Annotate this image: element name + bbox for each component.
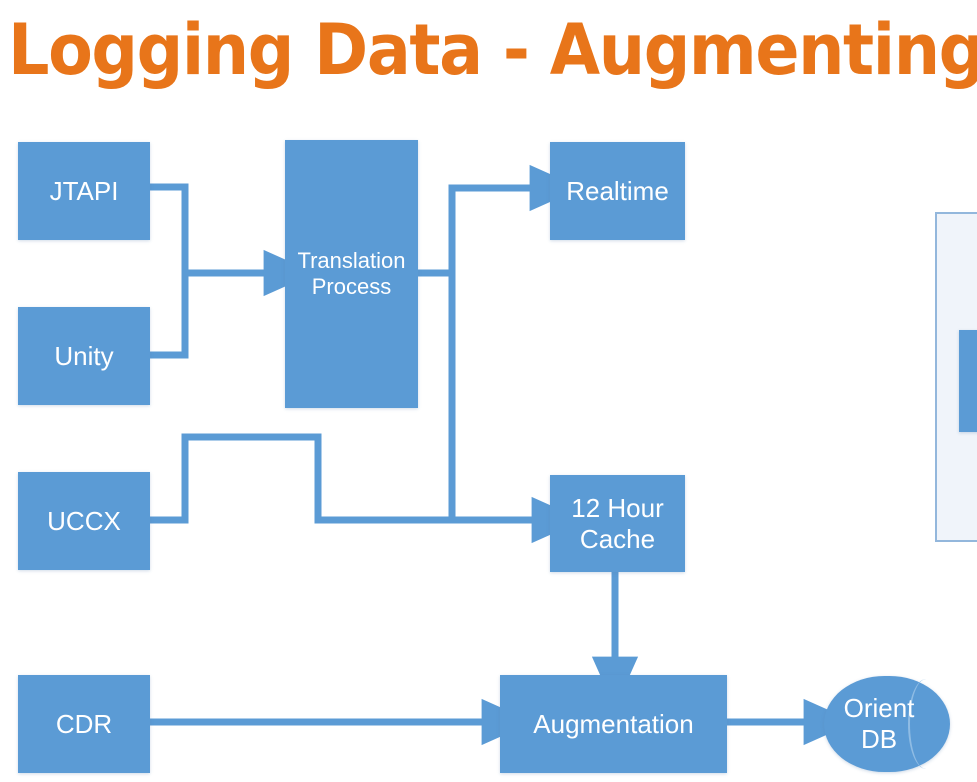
node-translation-process-label: Translation Process (297, 248, 406, 299)
node-orient-db[interactable]: Orient DB (824, 676, 950, 772)
flowchart-diagram: JTAPI Unity UCCX Translation Process Rea… (0, 0, 977, 782)
edge-unity-to-translation (150, 273, 189, 359)
node-translation-process[interactable]: Translation Process (285, 140, 418, 408)
edge-uccx-to-cache (150, 433, 584, 544)
node-augmentation[interactable]: Augmentation (500, 675, 727, 773)
node-unity[interactable]: Unity (18, 307, 150, 405)
node-realtime-label: Realtime (566, 175, 669, 206)
node-12-hour-cache-label: 12 Hour Cache (571, 492, 664, 554)
edge-jtapi-to-translation (150, 183, 316, 297)
node-cdr-label: CDR (55, 708, 113, 739)
node-jtapi-label: JTAPI (49, 175, 119, 206)
side-panel (935, 212, 977, 542)
side-panel-inner-box (959, 330, 977, 432)
slide-canvas: Logging Data - Augmenting CDR (0, 0, 977, 782)
node-12-hour-cache[interactable]: 12 Hour Cache (550, 475, 685, 572)
node-unity-label: Unity (54, 340, 114, 371)
node-cdr[interactable]: CDR (18, 675, 150, 773)
node-uccx-label: UCCX (47, 505, 121, 536)
node-augmentation-label: Augmentation (533, 708, 694, 739)
node-realtime[interactable]: Realtime (550, 142, 685, 240)
edge-translation-to-realtime (418, 164, 582, 277)
node-orient-db-label: Orient DB (843, 692, 915, 754)
node-uccx[interactable]: UCCX (18, 472, 150, 570)
node-jtapi[interactable]: JTAPI (18, 142, 150, 240)
